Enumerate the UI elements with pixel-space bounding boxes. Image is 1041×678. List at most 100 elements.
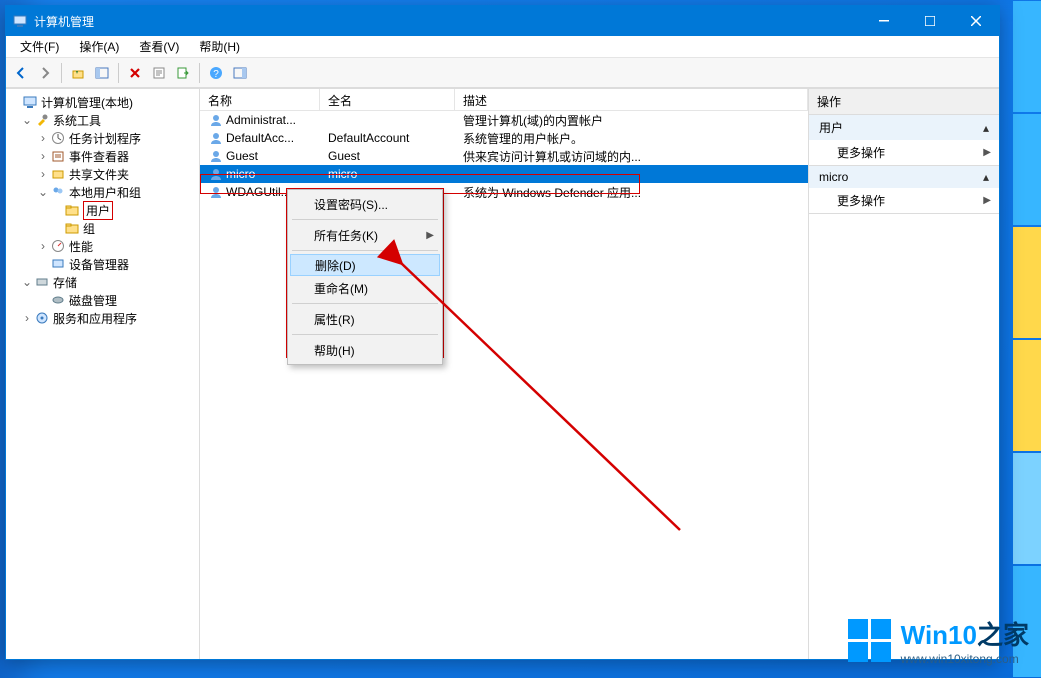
chevron-right-icon[interactable]: › <box>20 311 34 325</box>
desktop-edge-tiles <box>1013 0 1041 678</box>
collapse-icon: ▴ <box>983 121 989 135</box>
ctx-rename[interactable]: 重命名(M) <box>290 276 440 300</box>
chevron-down-icon[interactable]: ⌄ <box>20 113 34 127</box>
tree-services-apps[interactable]: › 服务和应用程序 <box>8 309 197 327</box>
ctx-label: 帮助(H) <box>314 342 355 359</box>
navigation-tree[interactable]: 计算机管理(本地) ⌄ 系统工具 › 任务计划程序 › 事件查看器 <box>6 89 200 659</box>
services-icon <box>34 310 50 326</box>
tree-event-viewer[interactable]: › 事件查看器 <box>8 147 197 165</box>
ctx-set-password[interactable]: 设置密码(S)... <box>290 192 440 216</box>
cell-name: Guest <box>226 149 258 163</box>
ctx-properties[interactable]: 属性(R) <box>290 307 440 331</box>
chevron-right-icon[interactable]: › <box>36 239 50 253</box>
tree-users[interactable]: 用户 <box>8 201 197 219</box>
menu-view[interactable]: 查看(V) <box>129 36 189 57</box>
titlebar[interactable]: 计算机管理 <box>6 6 999 36</box>
svg-text:?: ? <box>213 69 219 80</box>
chevron-right-icon[interactable]: › <box>36 167 50 181</box>
menu-help[interactable]: 帮助(H) <box>189 36 250 57</box>
actions-more-users[interactable]: 更多操作 ▶ <box>809 140 999 165</box>
submenu-arrow-icon: ▶ <box>426 230 434 241</box>
tree-disk-management[interactable]: 磁盘管理 <box>8 291 197 309</box>
maximize-button[interactable] <box>907 6 953 36</box>
ctx-all-tasks[interactable]: 所有任务(K)▶ <box>290 223 440 247</box>
watermark-url: www.win10xitong.com <box>901 652 1029 666</box>
tools-icon <box>34 112 50 128</box>
user-icon <box>208 148 224 164</box>
tree-groups[interactable]: 组 <box>8 219 197 237</box>
menu-action[interactable]: 操作(A) <box>69 36 129 57</box>
col-fullname[interactable]: 全名 <box>320 89 455 110</box>
tree-label: 设备管理器 <box>69 256 129 273</box>
properties-button[interactable] <box>148 62 170 84</box>
clock-icon <box>50 130 66 146</box>
actions-group-micro[interactable]: micro ▴ <box>809 166 999 188</box>
ctx-label: 重命名(M) <box>314 280 368 297</box>
table-row[interactable]: GuestGuest供来宾访问计算机或访问域的内... <box>200 147 808 165</box>
nav-forward-button[interactable] <box>34 62 56 84</box>
tree-label: 服务和应用程序 <box>53 310 137 327</box>
tree-root[interactable]: 计算机管理(本地) <box>8 93 197 111</box>
minimize-button[interactable] <box>861 6 907 36</box>
device-icon <box>50 256 66 272</box>
event-icon <box>50 148 66 164</box>
tree-performance[interactable]: › 性能 <box>8 237 197 255</box>
actions-item-label: 更多操作 <box>837 144 885 161</box>
tree-label: 性能 <box>69 238 93 255</box>
cell-fullname: DefaultAccount <box>320 130 455 146</box>
tree-shared-folders[interactable]: › 共享文件夹 <box>8 165 197 183</box>
export-button[interactable] <box>172 62 194 84</box>
tree-device-manager[interactable]: 设备管理器 <box>8 255 197 273</box>
cell-name: DefaultAcc... <box>226 131 294 145</box>
separator <box>292 303 438 304</box>
table-row[interactable]: micromicro <box>200 165 808 183</box>
close-button[interactable] <box>953 6 999 36</box>
chevron-right-icon[interactable]: › <box>36 131 50 145</box>
tree-label: 用户 <box>83 201 113 220</box>
chevron-right-icon: ▶ <box>983 147 991 158</box>
cell-description <box>455 173 808 175</box>
chevron-down-icon[interactable]: ⌄ <box>20 275 34 289</box>
menu-file[interactable]: 文件(F) <box>10 36 69 57</box>
app-icon <box>12 13 28 29</box>
nav-back-button[interactable] <box>10 62 32 84</box>
actions-pane-button[interactable] <box>229 62 251 84</box>
tree-label: 系统工具 <box>53 112 101 129</box>
col-name[interactable]: 名称 <box>200 89 320 110</box>
tree-storage[interactable]: ⌄ 存储 <box>8 273 197 291</box>
folder-icon <box>64 220 80 236</box>
users-list[interactable]: 名称 全名 描述 Administrat...管理计算机(域)的内置帐户Defa… <box>200 89 808 659</box>
menu-bar: 文件(F) 操作(A) 查看(V) 帮助(H) <box>6 36 999 58</box>
tree-local-users-groups[interactable]: ⌄ 本地用户和组 <box>8 183 197 201</box>
actions-more-micro[interactable]: 更多操作 ▶ <box>809 188 999 213</box>
tree-label: 存储 <box>53 274 77 291</box>
cell-description: 系统管理的用户帐户。 <box>455 129 808 148</box>
list-columns: 名称 全名 描述 <box>200 89 808 111</box>
table-row[interactable]: Administrat...管理计算机(域)的内置帐户 <box>200 111 808 129</box>
ctx-delete[interactable]: 删除(D) <box>290 254 440 276</box>
tree-label: 本地用户和组 <box>69 184 141 201</box>
tree-system-tools[interactable]: ⌄ 系统工具 <box>8 111 197 129</box>
chevron-down-icon[interactable]: ⌄ <box>36 185 50 199</box>
actions-group-users[interactable]: 用户 ▴ <box>809 115 999 140</box>
table-row[interactable]: DefaultAcc... DefaultAccount系统管理的用户帐户。 <box>200 129 808 147</box>
cell-description: 供来宾访问计算机或访问域的内... <box>455 147 808 166</box>
col-description[interactable]: 描述 <box>455 89 808 110</box>
cell-fullname <box>320 119 455 121</box>
ctx-label: 删除(D) <box>315 257 356 274</box>
delete-button[interactable] <box>124 62 146 84</box>
watermark-brand: Win10之家 <box>901 615 1029 652</box>
chevron-right-icon[interactable]: › <box>36 149 50 163</box>
show-hide-tree-button[interactable] <box>91 62 113 84</box>
watermark: Win10之家 www.win10xitong.com <box>848 615 1029 666</box>
computer-management-window: 计算机管理 文件(F) 操作(A) 查看(V) 帮助(H) <box>5 5 1000 660</box>
cell-name: micro <box>226 167 255 181</box>
help-button[interactable]: ? <box>205 62 227 84</box>
user-icon <box>208 184 224 200</box>
user-icon <box>208 112 224 128</box>
up-level-button[interactable] <box>67 62 89 84</box>
performance-icon <box>50 238 66 254</box>
ctx-help[interactable]: 帮助(H) <box>290 338 440 362</box>
tree-task-scheduler[interactable]: › 任务计划程序 <box>8 129 197 147</box>
tree-label: 共享文件夹 <box>69 166 129 183</box>
